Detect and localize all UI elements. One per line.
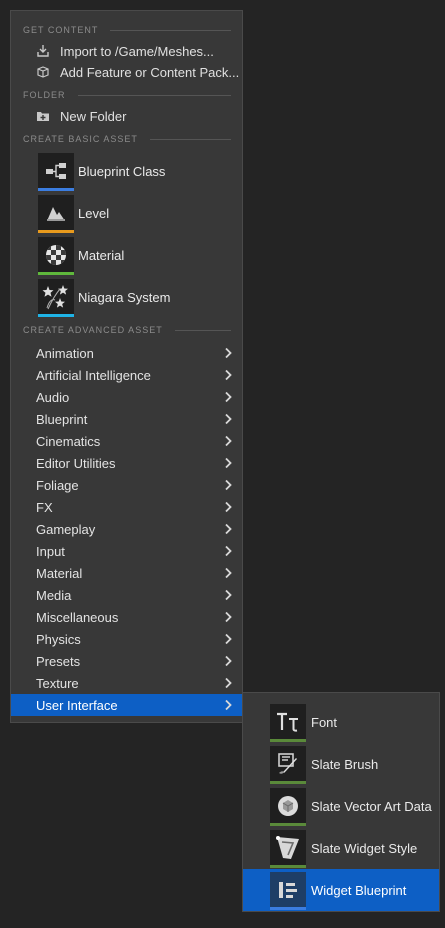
new-folder-label: New Folder (60, 108, 127, 124)
section-header-basic-asset: CREATE BASIC ASSET (23, 132, 231, 146)
chevron-right-icon (223, 611, 233, 623)
category-label: Media (36, 587, 72, 603)
create-asset-menu: GET CONTENT Import to /Game/Meshes... Ad… (10, 10, 243, 723)
category-label: FX (36, 499, 53, 515)
category-input[interactable]: Input (11, 540, 242, 562)
category-texture[interactable]: Texture (11, 672, 242, 694)
category-user-interface[interactable]: User Interface (11, 694, 242, 716)
category-label: User Interface (36, 697, 118, 713)
widget-blueprint-menu-item[interactable]: Widget Blueprint (243, 869, 439, 911)
blueprint-class-label: Blueprint Class (78, 163, 166, 179)
chevron-right-icon (223, 501, 233, 513)
category-label: Cinematics (36, 433, 101, 449)
level-icon (38, 195, 74, 233)
chevron-right-icon (223, 589, 233, 601)
chevron-right-icon (223, 391, 233, 403)
category-label: Editor Utilities (36, 455, 116, 471)
section-header-folder: FOLDER (23, 88, 231, 102)
category-label: Input (36, 543, 65, 559)
category-label: Audio (36, 389, 70, 405)
category-physics[interactable]: Physics (11, 628, 242, 650)
category-editor-utilities[interactable]: Editor Utilities (11, 452, 242, 474)
chevron-right-icon (223, 567, 233, 579)
category-label: Physics (36, 631, 81, 647)
category-material[interactable]: Material (11, 562, 242, 584)
slate-widget-style-icon (270, 830, 306, 868)
new-folder-menu-item[interactable]: New Folder (11, 106, 242, 126)
chevron-right-icon (223, 699, 233, 711)
chevron-right-icon (223, 413, 233, 425)
chevron-right-icon (223, 633, 233, 645)
category-artificial-intelligence[interactable]: Artificial Intelligence (11, 364, 242, 386)
chevron-right-icon (223, 347, 233, 359)
material-menu-item[interactable]: Material (11, 235, 242, 275)
chevron-right-icon (223, 479, 233, 491)
category-label: Texture (36, 675, 79, 691)
category-label: Gameplay (36, 521, 96, 537)
level-menu-item[interactable]: Level (11, 193, 242, 233)
category-label: Blueprint (36, 411, 88, 427)
chevron-right-icon (223, 435, 233, 447)
category-audio[interactable]: Audio (11, 386, 242, 408)
category-foliage[interactable]: Foliage (11, 474, 242, 496)
niagara-system-menu-item[interactable]: Niagara System (11, 277, 242, 317)
widget-blueprint-icon (270, 872, 306, 910)
slate-brush-icon (270, 746, 306, 784)
category-gameplay[interactable]: Gameplay (11, 518, 242, 540)
section-header-get-content: GET CONTENT (23, 23, 231, 37)
import-icon (36, 44, 50, 58)
chevron-right-icon (223, 369, 233, 381)
slate-vector-art-icon (270, 788, 306, 826)
category-label: Material (36, 565, 83, 581)
category-miscellaneous[interactable]: Miscellaneous (11, 606, 242, 628)
section-header-advanced-asset: CREATE ADVANCED ASSET (23, 323, 231, 337)
material-icon (38, 237, 74, 275)
import-label: Import to /Game/Meshes... (60, 43, 214, 59)
category-fx[interactable]: FX (11, 496, 242, 518)
content-pack-icon (36, 65, 50, 79)
add-feature-label: Add Feature or Content Pack... (60, 64, 240, 80)
slate-vector-art-label: Slate Vector Art Data (311, 798, 432, 814)
category-presets[interactable]: Presets (11, 650, 242, 672)
font-icon (270, 704, 306, 742)
category-blueprint[interactable]: Blueprint (11, 408, 242, 430)
new-folder-icon (36, 109, 50, 123)
category-media[interactable]: Media (11, 584, 242, 606)
niagara-system-label: Niagara System (78, 289, 171, 305)
chevron-right-icon (223, 457, 233, 469)
chevron-right-icon (223, 677, 233, 689)
chevron-right-icon (223, 545, 233, 557)
user-interface-submenu: Font Slate Brush Slate Vector Art Data S… (242, 692, 440, 912)
slate-vector-art-menu-item[interactable]: Slate Vector Art Data (243, 785, 439, 827)
widget-blueprint-label: Widget Blueprint (311, 882, 407, 898)
category-label: Miscellaneous (36, 609, 119, 625)
category-label: Presets (36, 653, 81, 669)
chevron-right-icon (223, 523, 233, 535)
add-feature-menu-item[interactable]: Add Feature or Content Pack... (11, 62, 242, 82)
slate-widget-style-label: Slate Widget Style (311, 840, 418, 856)
material-label: Material (78, 247, 125, 263)
slate-brush-menu-item[interactable]: Slate Brush (243, 743, 439, 785)
font-label: Font (311, 714, 338, 730)
font-menu-item[interactable]: Font (243, 701, 439, 743)
chevron-right-icon (223, 655, 233, 667)
slate-brush-label: Slate Brush (311, 756, 379, 772)
category-label: Artificial Intelligence (36, 367, 151, 383)
niagara-system-icon (38, 279, 74, 317)
category-label: Foliage (36, 477, 79, 493)
import-menu-item[interactable]: Import to /Game/Meshes... (11, 41, 242, 61)
category-animation[interactable]: Animation (11, 342, 242, 364)
category-cinematics[interactable]: Cinematics (11, 430, 242, 452)
category-label: Animation (36, 345, 94, 361)
blueprint-class-menu-item[interactable]: Blueprint Class (11, 151, 242, 191)
level-label: Level (78, 205, 110, 221)
blueprint-class-icon (38, 153, 74, 191)
slate-widget-style-menu-item[interactable]: Slate Widget Style (243, 827, 439, 869)
